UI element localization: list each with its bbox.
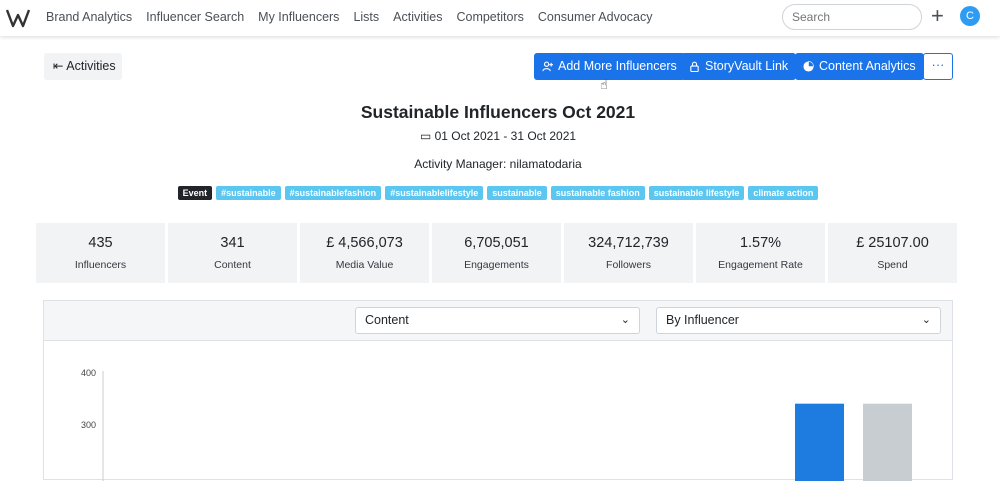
metric-select[interactable]: Content ⌄ — [355, 307, 640, 334]
chart-bar[interactable] — [863, 403, 912, 481]
more-options-button[interactable]: ··· — [923, 53, 953, 80]
group-select[interactable]: By Influencer ⌄ — [656, 307, 941, 334]
lock-icon — [690, 61, 699, 72]
pie-chart-icon — [803, 61, 814, 72]
back-to-activities-button[interactable]: ⇤ Activities — [44, 53, 122, 80]
stat-label: Content — [214, 259, 251, 271]
chevron-down-icon: ⌄ — [921, 314, 931, 326]
calendar-icon: ▭ — [419, 129, 432, 143]
stat-label: Media Value — [335, 259, 394, 271]
tag-badge: Event — [177, 186, 213, 200]
stat-engagements: 6,705,051 Engagements — [432, 223, 561, 283]
chart-panel-header: Content ⌄ By Influencer ⌄ — [44, 301, 952, 341]
nav-lists[interactable]: Lists — [353, 10, 379, 24]
stat-influencers: 435 Influencers — [36, 223, 165, 283]
stat-label: Spend — [877, 259, 908, 271]
tag-badge: #sustainablefashion — [284, 186, 382, 200]
search-input[interactable] — [782, 4, 922, 30]
stat-spend: £ 25107.00 Spend — [828, 223, 957, 283]
group-select-value: By Influencer — [666, 313, 739, 327]
nav-activities[interactable]: Activities — [393, 10, 442, 24]
avatar[interactable]: C — [960, 6, 980, 26]
top-navbar: Brand Analytics Influencer Search My Inf… — [0, 0, 1000, 36]
chart-panel: Content ⌄ By Influencer ⌄ 400 300 — [43, 300, 953, 481]
activity-manager: Activity Manager: nilamatodaria — [414, 157, 582, 171]
tag-list: Event #sustainable #sustainablefashion #… — [0, 186, 996, 200]
brand-logo-icon[interactable] — [6, 7, 30, 29]
stat-followers: 324,712,739 Followers — [564, 223, 693, 283]
nav-competitors[interactable]: Competitors — [456, 10, 523, 24]
chart-bar[interactable] — [795, 403, 844, 481]
stat-value: £ 25107.00 — [856, 235, 929, 251]
main-nav: Brand Analytics Influencer Search My Inf… — [46, 10, 653, 24]
content-analytics-button[interactable]: Content Analytics — [795, 53, 924, 80]
stats-row: 435 Influencers 341 Content £ 4,566,073 Med… — [36, 223, 957, 283]
plus-icon[interactable]: + — [931, 5, 944, 27]
storyvault-link-button[interactable]: StoryVault Link — [681, 53, 797, 80]
stat-label: Influencers — [74, 259, 127, 271]
page-title: Sustainable Influencers Oct 2021 — [360, 102, 636, 122]
add-user-icon — [542, 61, 553, 72]
storyvault-link-label: StoryVault Link — [705, 59, 789, 73]
tag-badge: sustainable — [487, 186, 547, 200]
nav-brand-analytics[interactable]: Brand Analytics — [46, 10, 132, 24]
content-analytics-label: Content Analytics — [819, 59, 916, 73]
nav-influencer-search[interactable]: Influencer Search — [146, 10, 244, 24]
hand-cursor-icon: ☝ — [600, 77, 608, 92]
stat-value: 1.57% — [739, 235, 782, 251]
stat-value: 435 — [88, 235, 113, 251]
tag-badge: sustainable lifestyle — [648, 186, 745, 200]
stat-label: Engagement Rate — [718, 259, 803, 271]
date-range-text: 01 Oct 2021 - 31 Oct 2021 — [434, 129, 577, 143]
stat-value: 324,712,739 — [588, 235, 669, 251]
chevron-down-icon: ⌄ — [620, 314, 630, 326]
tag-badge: #sustainable — [216, 186, 281, 200]
back-label: Activities — [66, 59, 116, 73]
nav-consumer-advocacy[interactable]: Consumer Advocacy — [538, 10, 653, 24]
stat-label: Engagements — [464, 259, 529, 271]
add-more-influencers-button[interactable]: Add More Influencers — [534, 53, 685, 80]
back-arrow-icon: ⇤ — [53, 59, 64, 73]
stat-engagement-rate: 1.57% Engagement Rate — [696, 223, 825, 283]
tag-badge: climate action — [748, 186, 819, 200]
stat-value: 341 — [220, 235, 245, 251]
content-bar-chart: 400 300 — [81, 368, 912, 481]
nav-my-influencers[interactable]: My Influencers — [258, 10, 339, 24]
y-tick-label: 300 — [81, 420, 96, 430]
y-tick-label: 400 — [81, 368, 96, 378]
stat-content: 341 Content — [168, 223, 297, 283]
tag-badge: #sustainablelifestyle — [385, 186, 484, 200]
add-more-influencers-label: Add More Influencers — [558, 59, 677, 73]
stat-media-value: £ 4,566,073 Media Value — [300, 223, 429, 283]
tag-badge: sustainable fashion — [550, 186, 645, 200]
date-range: ▭ 01 Oct 2021 - 31 Oct 2021 — [0, 129, 996, 143]
stat-value: 6,705,051 — [464, 235, 529, 251]
metric-select-value: Content — [365, 313, 409, 327]
stat-value: £ 4,566,073 — [326, 235, 403, 251]
stat-label: Followers — [606, 259, 651, 271]
